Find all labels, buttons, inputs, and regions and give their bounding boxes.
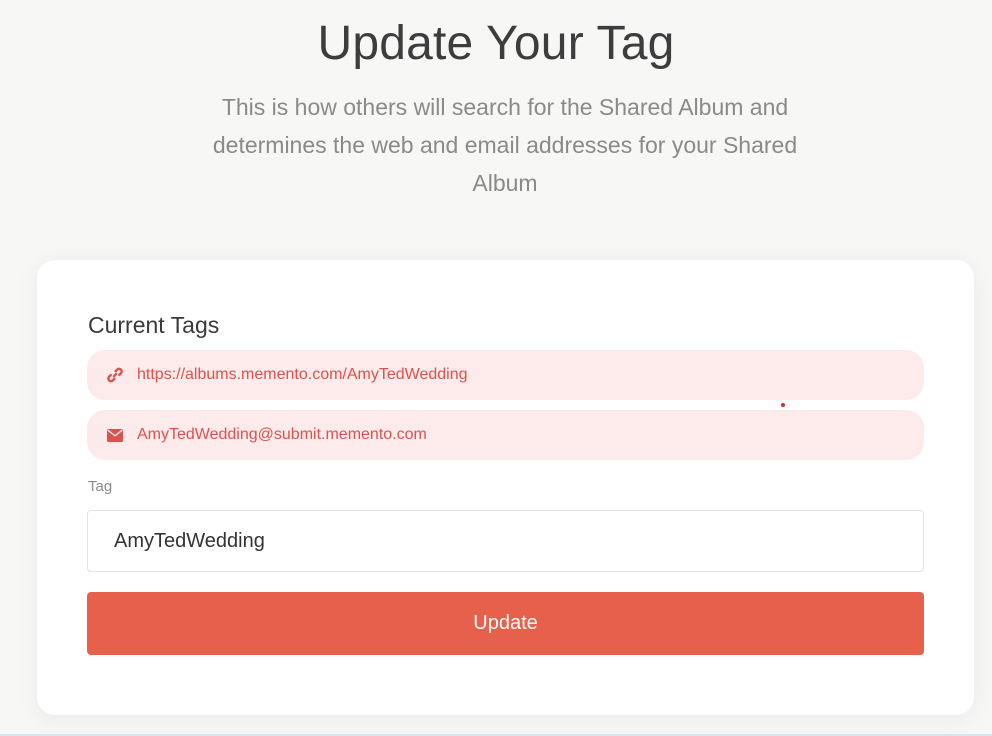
current-tag-url-text: https://albums.memento.com/AmyTedWedding: [137, 366, 468, 383]
page: Update Your Tag This is how others will …: [0, 0, 992, 736]
current-tag-email-text: AmyTedWedding@submit.memento.com: [137, 426, 427, 443]
envelope-icon: [106, 426, 124, 444]
update-button[interactable]: Update: [87, 592, 924, 655]
update-tag-card: Current Tags https://albums.memento.com/…: [37, 260, 974, 715]
link-icon: [106, 366, 124, 384]
current-tags-heading: Current Tags: [88, 312, 220, 338]
current-tag-email[interactable]: AmyTedWedding@submit.memento.com: [87, 410, 924, 460]
cursor-dot: [781, 403, 785, 407]
tag-field-label: Tag: [88, 478, 113, 495]
page-subtitle: This is how others will search for the S…: [212, 94, 798, 196]
tag-input[interactable]: [87, 510, 924, 572]
page-title: Update Your Tag: [317, 17, 675, 70]
current-tag-url[interactable]: https://albums.memento.com/AmyTedWedding: [87, 350, 924, 400]
